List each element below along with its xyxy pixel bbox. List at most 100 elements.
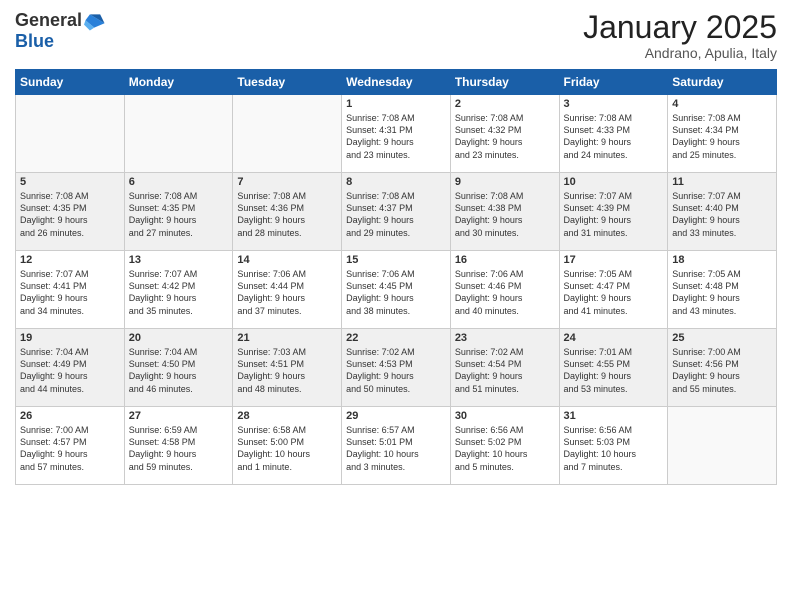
day-info: Sunrise: 7:04 AM Sunset: 4:49 PM Dayligh… [20, 346, 120, 395]
table-row: 20 Sunrise: 7:04 AM Sunset: 4:50 PM Dayli… [124, 329, 233, 407]
calendar-page: General Blue January 2025 Andrano, Apuli… [0, 0, 792, 612]
day-info: Sunrise: 7:08 AM Sunset: 4:38 PM Dayligh… [455, 190, 555, 239]
calendar-week-row: 12Sunrise: 7:07 AM Sunset: 4:41 PM Dayli… [16, 251, 777, 329]
day-info: Sunrise: 7:08 AM Sunset: 4:35 PM Dayligh… [129, 190, 229, 239]
table-row: 15 Sunrise: 7:06 AM Sunset: 4:45 PM Dayli… [342, 251, 451, 329]
table-row: 4 Sunrise: 7:08 AM Sunset: 4:34 PM Daylig… [668, 95, 777, 173]
day-number: 23 [455, 332, 555, 344]
day-number: 25 [672, 332, 772, 344]
table-row: 31Sunrise: 6:56 AM Sunset: 5:03 PM Dayli… [559, 407, 668, 485]
day-info: Sunrise: 7:03 AM Sunset: 4:51 PM Dayligh… [237, 346, 337, 395]
day-number: 15 [346, 254, 446, 266]
day-info: Sunrise: 7:05 AM Sunset: 4:48 PM Dayligh… [672, 268, 772, 317]
header-thursday: Thursday [450, 70, 559, 95]
day-info: Sunrise: 6:56 AM Sunset: 5:03 PM Dayligh… [564, 424, 664, 473]
day-number: 26 [20, 410, 120, 422]
day-info: Sunrise: 6:59 AM Sunset: 4:58 PM Dayligh… [129, 424, 229, 473]
table-row: 14 Sunrise: 7:06 AM Sunset: 4:44 PM Dayli… [233, 251, 342, 329]
day-info: Sunrise: 7:08 AM Sunset: 4:36 PM Dayligh… [237, 190, 337, 239]
day-info: Sunrise: 6:57 AM Sunset: 5:01 PM Dayligh… [346, 424, 446, 473]
location: Andrano, Apulia, Italy [583, 45, 777, 61]
table-row: 30 Sunrise: 6:56 AM Sunset: 5:02 PM Dayli… [450, 407, 559, 485]
day-number: 21 [237, 332, 337, 344]
day-number: 5 [20, 176, 120, 188]
day-info: Sunrise: 7:02 AM Sunset: 4:54 PM Dayligh… [455, 346, 555, 395]
day-info: Sunrise: 7:08 AM Sunset: 4:31 PM Dayligh… [346, 112, 446, 161]
header: General Blue January 2025 Andrano, Apuli… [15, 10, 777, 61]
day-info: Sunrise: 7:07 AM Sunset: 4:42 PM Dayligh… [129, 268, 229, 317]
calendar-week-row: 26 Sunrise: 7:00 AM Sunset: 4:57 PM Dayli… [16, 407, 777, 485]
table-row: 24 Sunrise: 7:01 AM Sunset: 4:55 PM Dayli… [559, 329, 668, 407]
day-info: Sunrise: 7:01 AM Sunset: 4:55 PM Dayligh… [564, 346, 664, 395]
day-info: Sunrise: 7:00 AM Sunset: 4:56 PM Dayligh… [672, 346, 772, 395]
day-info: Sunrise: 7:08 AM Sunset: 4:32 PM Dayligh… [455, 112, 555, 161]
table-row [124, 95, 233, 173]
header-wednesday: Wednesday [342, 70, 451, 95]
day-number: 11 [672, 176, 772, 188]
day-info: Sunrise: 7:08 AM Sunset: 4:34 PM Dayligh… [672, 112, 772, 161]
table-row: 19Sunrise: 7:04 AM Sunset: 4:49 PM Dayli… [16, 329, 125, 407]
day-info: Sunrise: 7:08 AM Sunset: 4:33 PM Dayligh… [564, 112, 664, 161]
table-row: 21 Sunrise: 7:03 AM Sunset: 4:51 PM Dayli… [233, 329, 342, 407]
day-number: 30 [455, 410, 555, 422]
month-title: January 2025 [583, 10, 777, 45]
day-info: Sunrise: 7:08 AM Sunset: 4:35 PM Dayligh… [20, 190, 120, 239]
day-number: 13 [129, 254, 229, 266]
day-number: 10 [564, 176, 664, 188]
day-number: 24 [564, 332, 664, 344]
day-number: 9 [455, 176, 555, 188]
table-row: 6 Sunrise: 7:08 AM Sunset: 4:35 PM Daylig… [124, 173, 233, 251]
day-info: Sunrise: 7:00 AM Sunset: 4:57 PM Dayligh… [20, 424, 120, 473]
day-info: Sunrise: 6:56 AM Sunset: 5:02 PM Dayligh… [455, 424, 555, 473]
table-row: 1 Sunrise: 7:08 AM Sunset: 4:31 PM Daylig… [342, 95, 451, 173]
table-row: 2Sunrise: 7:08 AM Sunset: 4:32 PM Daylig… [450, 95, 559, 173]
table-row [233, 95, 342, 173]
day-info: Sunrise: 7:04 AM Sunset: 4:50 PM Dayligh… [129, 346, 229, 395]
day-number: 4 [672, 98, 772, 110]
day-number: 18 [672, 254, 772, 266]
day-number: 8 [346, 176, 446, 188]
day-number: 16 [455, 254, 555, 266]
day-number: 1 [346, 98, 446, 110]
header-monday: Monday [124, 70, 233, 95]
table-row: 18 Sunrise: 7:05 AM Sunset: 4:48 PM Dayli… [668, 251, 777, 329]
day-number: 27 [129, 410, 229, 422]
table-row: 26 Sunrise: 7:00 AM Sunset: 4:57 PM Dayli… [16, 407, 125, 485]
table-row: 13 Sunrise: 7:07 AM Sunset: 4:42 PM Dayli… [124, 251, 233, 329]
header-saturday: Saturday [668, 70, 777, 95]
calendar-table: Sunday Monday Tuesday Wednesday Thursday… [15, 69, 777, 485]
day-info: Sunrise: 7:07 AM Sunset: 4:40 PM Dayligh… [672, 190, 772, 239]
table-row: 16 Sunrise: 7:06 AM Sunset: 4:46 PM Dayli… [450, 251, 559, 329]
table-row: 29Sunrise: 6:57 AM Sunset: 5:01 PM Dayli… [342, 407, 451, 485]
day-number: 6 [129, 176, 229, 188]
table-row: 27 Sunrise: 6:59 AM Sunset: 4:58 PM Dayli… [124, 407, 233, 485]
table-row [668, 407, 777, 485]
day-info: Sunrise: 7:07 AM Sunset: 4:39 PM Dayligh… [564, 190, 664, 239]
day-number: 22 [346, 332, 446, 344]
day-number: 3 [564, 98, 664, 110]
table-row: 22Sunrise: 7:02 AM Sunset: 4:53 PM Dayli… [342, 329, 451, 407]
table-row: 9 Sunrise: 7:08 AM Sunset: 4:38 PM Daylig… [450, 173, 559, 251]
day-number: 20 [129, 332, 229, 344]
logo-general: General [15, 10, 82, 30]
table-row [16, 95, 125, 173]
title-area: January 2025 Andrano, Apulia, Italy [583, 10, 777, 61]
logo-icon [84, 10, 106, 32]
weekday-header-row: Sunday Monday Tuesday Wednesday Thursday… [16, 70, 777, 95]
table-row: 7Sunrise: 7:08 AM Sunset: 4:36 PM Daylig… [233, 173, 342, 251]
table-row: 3 Sunrise: 7:08 AM Sunset: 4:33 PM Daylig… [559, 95, 668, 173]
day-info: Sunrise: 7:05 AM Sunset: 4:47 PM Dayligh… [564, 268, 664, 317]
header-tuesday: Tuesday [233, 70, 342, 95]
day-info: Sunrise: 7:06 AM Sunset: 4:44 PM Dayligh… [237, 268, 337, 317]
calendar-week-row: 5 Sunrise: 7:08 AM Sunset: 4:35 PM Daylig… [16, 173, 777, 251]
header-sunday: Sunday [16, 70, 125, 95]
table-row: 10 Sunrise: 7:07 AM Sunset: 4:39 PM Dayli… [559, 173, 668, 251]
day-number: 14 [237, 254, 337, 266]
day-info: Sunrise: 7:06 AM Sunset: 4:45 PM Dayligh… [346, 268, 446, 317]
table-row: 5 Sunrise: 7:08 AM Sunset: 4:35 PM Daylig… [16, 173, 125, 251]
logo: General Blue [15, 10, 106, 52]
day-info: Sunrise: 7:06 AM Sunset: 4:46 PM Dayligh… [455, 268, 555, 317]
table-row: 28Sunrise: 6:58 AM Sunset: 5:00 PM Dayli… [233, 407, 342, 485]
day-number: 28 [237, 410, 337, 422]
calendar-week-row: 1 Sunrise: 7:08 AM Sunset: 4:31 PM Daylig… [16, 95, 777, 173]
